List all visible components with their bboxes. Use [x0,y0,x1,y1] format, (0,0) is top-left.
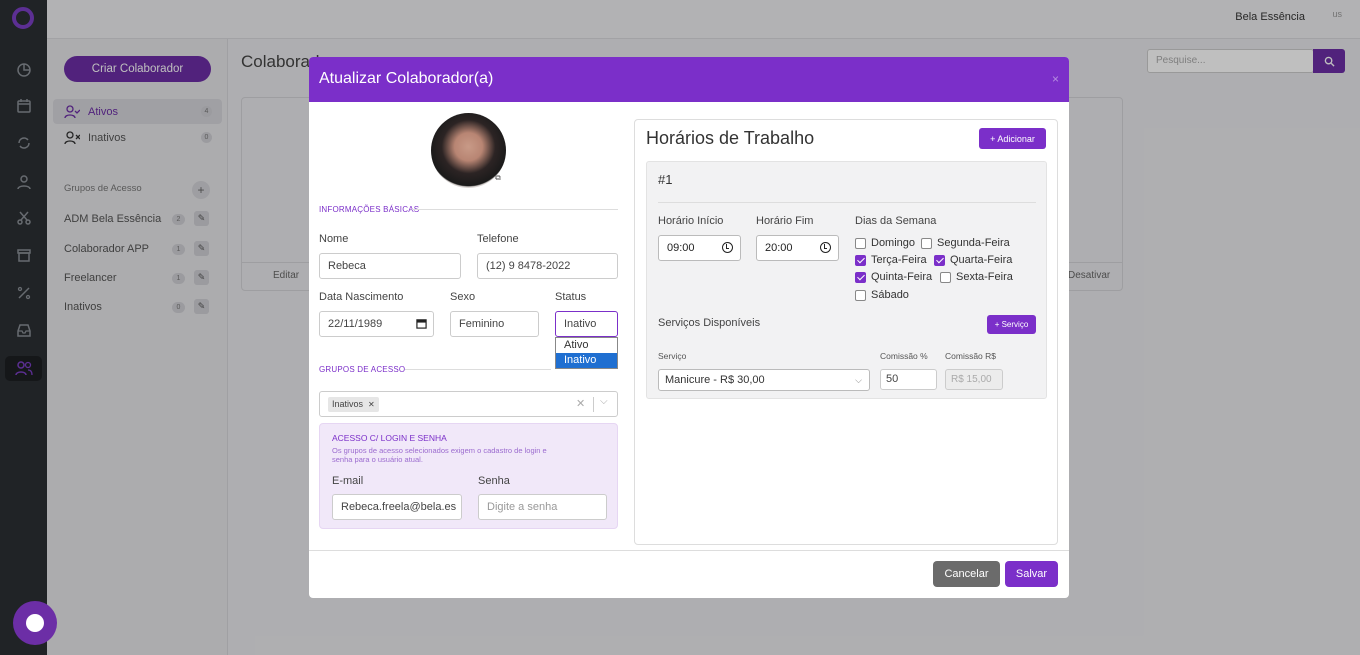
access-groups-section: GRUPOS DE ACESSO [319,365,406,374]
cancel-button[interactable]: Cancelar [933,561,1000,587]
day-label: Segunda-Feira [937,237,1010,249]
day-checkbox-quarta[interactable]: Quarta-Feira [934,254,1012,266]
password-field[interactable]: Digite a senha [478,494,607,520]
phone-field[interactable]: (12) 9 8478-2022 [477,253,618,279]
basic-info-section: INFORMAÇÕES BÁSICAS [319,205,420,214]
schedule-title: Horários de Trabalho [646,128,815,148]
end-time-value: 20:00 [765,242,793,254]
divider [412,209,618,210]
end-time-label: Horário Fim [756,215,814,227]
day-checkbox-domingo[interactable]: Domingo [855,237,915,249]
chevron-down-icon: ⌵ [855,375,862,385]
checkbox[interactable] [934,254,945,266]
checkbox[interactable] [855,271,866,283]
start-time-field[interactable]: 09:00 [658,235,741,261]
login-box-description: Os grupos de acesso selecionados exigem … [332,446,547,464]
modal-title: Atualizar Colaborador(a) [319,70,494,87]
add-schedule-button[interactable]: + Adicionar [979,128,1046,149]
schedule-entry-number: #1 [658,172,673,187]
start-time-value: 09:00 [667,242,695,254]
add-service-button[interactable]: + Serviço [987,315,1036,334]
work-schedule-panel: Horários de Trabalho + Adicionar #1 Horá… [634,119,1058,545]
birth-date-value: 22/11/1989 [328,318,383,330]
calendar-icon[interactable] [416,318,427,329]
day-checkbox-quinta[interactable]: Quinta-Feira [855,271,932,283]
commission-percent-field[interactable]: 50 [880,369,937,390]
select-separator [593,397,594,412]
birth-date-field[interactable]: 22/11/1989 [319,311,434,337]
day-label: Sexta-Feira [956,271,1013,283]
day-label: Quarta-Feira [950,254,1013,266]
remove-tag-icon[interactable]: ✕ [368,400,375,409]
commission-value-label: Comissão R$ [945,351,997,361]
checkbox[interactable] [921,237,932,249]
sex-label: Sexo [450,291,476,303]
day-label: Quinta-Feira [871,271,933,283]
service-column-label: Serviço [658,351,687,361]
day-label: Domingo [871,237,916,249]
login-box-title: ACESSO C/ LOGIN E SENHA [332,433,447,443]
chat-icon [26,614,44,632]
divider [405,369,551,370]
checkbox[interactable] [855,237,866,249]
email-label: E-mail [332,475,364,487]
chat-button[interactable] [13,601,57,645]
status-label: Status [555,291,587,303]
service-select-value: Manicure - R$ 30,00 [665,374,765,386]
access-tag-label: Inativos [332,399,364,409]
update-collaborator-modal: Atualizar Colaborador(a) × ⧉ INFORMAÇÕES… [309,57,1069,598]
sex-field[interactable]: Feminino [450,311,539,337]
checkbox[interactable] [940,271,951,283]
end-time-field[interactable]: 20:00 [756,235,839,261]
photo-edit-icon[interactable]: ⧉ [495,173,504,182]
start-time-label: Horário Início [658,215,724,227]
commission-percent-label: Comissão % [880,351,928,361]
day-checkbox-sexta[interactable]: Sexta-Feira [940,271,1013,283]
schedule-entry: #1 Horário Início 09:00 Horário Fim 20:0… [646,161,1047,399]
access-tag: Inativos ✕ [328,397,379,412]
name-field[interactable]: Rebeca [319,253,461,279]
chevron-down-icon[interactable]: ⌵ [600,396,608,407]
clock-icon[interactable] [722,242,733,253]
day-label: Sábado [871,289,909,301]
checkbox[interactable] [855,289,866,301]
modal-header: Atualizar Colaborador(a) × [309,57,1069,102]
commission-value-field: R$ 15,00 [945,369,1003,390]
status-dropdown: Ativo Inativo [555,337,618,369]
weekdays-label: Dias da Semana [855,215,937,227]
day-checkbox-terca[interactable]: Terça-Feira [855,254,927,266]
clock-icon[interactable] [820,242,831,253]
checkbox[interactable] [855,254,866,266]
divider [658,202,1036,203]
status-option-inativo[interactable]: Inativo [556,353,617,368]
login-box: ACESSO C/ LOGIN E SENHA Os grupos de ace… [319,423,618,529]
birth-label: Data Nascimento [319,291,404,303]
service-select[interactable]: Manicure - R$ 30,00 ⌵ [658,369,870,391]
day-label: Terça-Feira [871,254,927,266]
modal-footer-divider [309,550,1069,551]
password-label: Senha [478,475,510,487]
email-field[interactable]: Rebeca.freela@bela.es [332,494,462,520]
access-groups-select[interactable]: Inativos ✕ ✕ ⌵ [319,391,618,417]
status-option-ativo[interactable]: Ativo [556,338,617,353]
status-select[interactable]: Inativo [555,311,618,337]
close-icon[interactable]: × [1052,72,1059,86]
save-button[interactable]: Salvar [1005,561,1058,587]
day-checkbox-segunda[interactable]: Segunda-Feira [921,237,1010,249]
services-label: Serviços Disponíveis [658,317,761,329]
clear-icon[interactable]: ✕ [576,397,585,410]
phone-label: Telefone [477,233,519,245]
day-checkbox-sabado[interactable]: Sábado [855,289,909,301]
name-label: Nome [319,233,349,245]
